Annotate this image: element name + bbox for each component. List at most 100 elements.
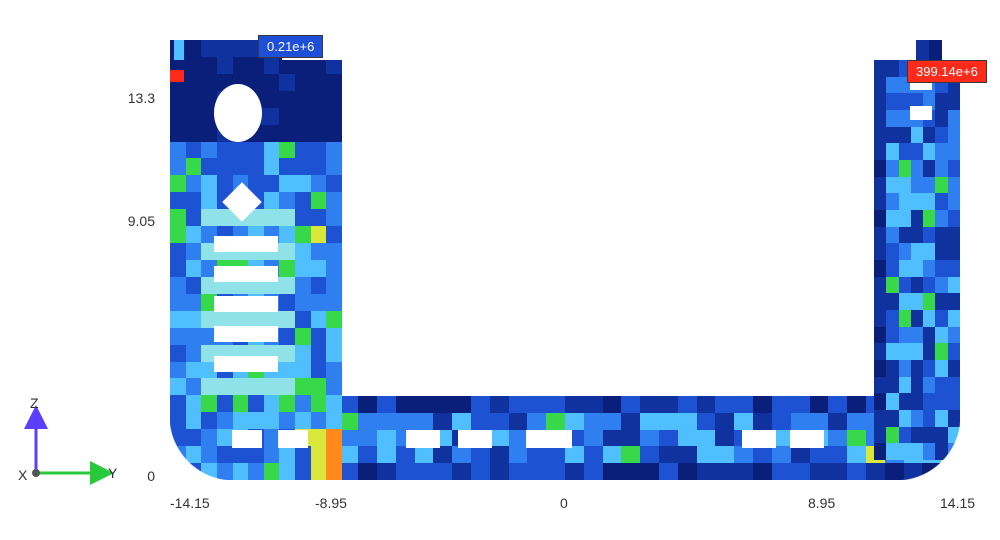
heat-cell (279, 412, 295, 429)
heat-cell (874, 193, 886, 210)
heat-cell (874, 60, 886, 77)
heat-cell (326, 362, 342, 379)
x-tick: 8.95 (808, 495, 835, 511)
heat-cell (217, 142, 233, 159)
heat-cell (923, 277, 935, 294)
heat-cell (170, 378, 186, 395)
heat-cell (828, 463, 847, 480)
heat-cell (948, 277, 960, 294)
heat-cell (295, 260, 311, 277)
heat-cell (847, 396, 866, 413)
heat-cell (326, 395, 342, 412)
heat-cell (339, 396, 358, 413)
heat-cell (295, 158, 311, 175)
heat-cell (715, 463, 734, 480)
heat-cell (279, 108, 295, 125)
heat-cell (899, 210, 911, 227)
heat-cell (899, 143, 911, 160)
heat-cell (471, 446, 490, 463)
heat-cell (233, 57, 249, 74)
heat-cell (311, 158, 327, 175)
heat-cell (886, 110, 898, 127)
heat-cell (358, 463, 377, 480)
heat-cell (201, 175, 217, 192)
heat-cell (911, 127, 923, 144)
heat-cell (170, 243, 186, 260)
heat-cell (697, 463, 716, 480)
heat-cell (935, 127, 947, 144)
heat-cell (886, 327, 898, 344)
heat-cell (170, 175, 186, 192)
heat-cell (640, 430, 659, 447)
heat-cell (899, 127, 911, 144)
heat-cell (279, 142, 295, 159)
heat-cell (295, 175, 311, 192)
heat-cell (847, 413, 866, 430)
heat-cell (186, 158, 202, 175)
heat-cell (603, 446, 622, 463)
heat-cell (433, 413, 452, 430)
x-tick: -8.95 (315, 495, 347, 511)
heat-cell (874, 260, 886, 277)
heat-cell (546, 463, 565, 480)
heat-cell (886, 93, 898, 110)
heat-cell (233, 40, 249, 57)
stage: -14.15 -8.95 0 8.95 14.15 13.3 9.05 0 0.… (0, 0, 1000, 540)
hole-rect (790, 430, 824, 448)
x-tick: 14.15 (940, 495, 975, 511)
heat-cell (201, 125, 217, 142)
heat-cell (295, 277, 311, 294)
heat-cell (279, 395, 295, 412)
heat-cell (565, 446, 584, 463)
heat-cell (948, 293, 960, 310)
heat-cell (923, 327, 935, 344)
heat-cell (326, 277, 342, 294)
heat-cell (490, 396, 509, 413)
heat-cell (377, 430, 396, 447)
heat-cell (886, 310, 898, 327)
heat-cell (295, 463, 311, 480)
heat-cell (311, 260, 327, 277)
heat-cell (923, 377, 935, 394)
heat-cell (886, 360, 898, 377)
heat-cell (734, 413, 753, 430)
heat-cell (923, 393, 935, 410)
heat-cell (886, 127, 898, 144)
heat-cell (170, 226, 186, 243)
heat-cell (948, 93, 960, 110)
heat-cell (948, 377, 960, 394)
heat-cell (874, 160, 886, 177)
heat-cell (847, 446, 866, 463)
heat-cell (311, 395, 327, 412)
heat-cell (948, 310, 960, 327)
heat-cell (923, 260, 935, 277)
heat-cell (697, 446, 716, 463)
heat-cell (186, 395, 202, 412)
heat-cell (621, 446, 640, 463)
heat-cell (264, 57, 280, 74)
heat-cell (791, 413, 810, 430)
heat-cell (490, 446, 509, 463)
y-tick: 9.05 (115, 213, 155, 229)
heat-cell (326, 125, 342, 142)
heat-cell (326, 429, 342, 446)
heat-cell (886, 243, 898, 260)
heat-cell (233, 412, 249, 429)
heat-cell (603, 430, 622, 447)
round-corner (896, 416, 960, 480)
heat-cell (170, 277, 186, 294)
heat-cell (279, 260, 295, 277)
heat-cell (170, 158, 186, 175)
heat-cell (295, 294, 311, 311)
heat-cell (311, 463, 327, 480)
heat-cell (174, 40, 184, 60)
heat-cell (415, 446, 434, 463)
heat-cell (358, 430, 377, 447)
heat-cell (948, 227, 960, 244)
heat-cell (279, 175, 295, 192)
heat-cell (311, 192, 327, 209)
heat-cell (527, 396, 546, 413)
heat-cell (201, 395, 217, 412)
heat-cell (772, 463, 791, 480)
heat-cell (509, 413, 528, 430)
